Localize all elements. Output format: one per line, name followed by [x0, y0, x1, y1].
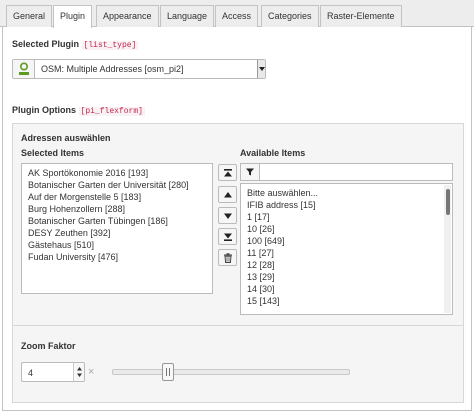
list-item[interactable]: 13 [29] — [247, 272, 275, 282]
clear-icon[interactable]: × — [88, 366, 94, 378]
tab-plugin[interactable]: Plugin — [53, 5, 93, 28]
available-items-label: Available Items — [240, 148, 306, 158]
plugin-options-label-text: Plugin Options — [12, 105, 76, 115]
list-item[interactable]: Botanischer Garten der Universität [280] — [28, 180, 189, 190]
plugin-options-code: [pi_flexform] — [78, 107, 145, 116]
plugin-select-value: OSM: Multiple Addresses [osm_pi2] — [41, 64, 184, 74]
list-item[interactable]: 11 [27] — [247, 248, 274, 258]
list-item[interactable]: 15 [143] — [247, 296, 280, 306]
list-item[interactable]: 10 [26] — [247, 224, 275, 234]
available-filter — [240, 163, 453, 181]
tab-appearance[interactable]: Appearance — [96, 5, 159, 27]
list-item[interactable]: Bitte auswählen... — [247, 188, 318, 198]
tab-raster-elemente[interactable]: Raster-Elemente — [320, 5, 402, 27]
list-item[interactable]: 100 [649] — [247, 236, 285, 246]
selected-plugin-label: Selected Plugin [list_type] — [12, 39, 139, 50]
list-item[interactable]: IFIB address [15] — [247, 200, 316, 210]
selected-plugin-code: [list_type] — [81, 41, 139, 50]
available-filter-input[interactable] — [259, 163, 453, 181]
plugin-select[interactable]: OSM: Multiple Addresses [osm_pi2] — [12, 59, 266, 79]
list-item[interactable]: Auf der Morgenstelle 5 [183] — [28, 192, 141, 202]
zoom-slider-track[interactable] — [112, 369, 350, 375]
addresses-section-title: Adressen auswählen — [21, 133, 111, 143]
list-item[interactable]: DESY Zeuthen [392] — [28, 228, 110, 238]
list-item[interactable]: 14 [30] — [247, 284, 275, 294]
move-down-button[interactable] — [218, 207, 237, 224]
tab-access[interactable]: Access — [215, 5, 259, 27]
move-up-button[interactable] — [218, 186, 237, 203]
trash-icon — [224, 253, 232, 263]
zoom-label: Zoom Faktor — [21, 341, 76, 351]
list-item[interactable]: Fudan University [476] — [28, 252, 118, 262]
scrollbar-thumb[interactable] — [446, 189, 450, 215]
selected-plugin-label-text: Selected Plugin — [12, 39, 80, 49]
selected-items-list[interactable]: AK Sportökonomie 2016 [193] Botanischer … — [21, 163, 213, 294]
available-list-scrollbar[interactable] — [444, 185, 451, 313]
filter-button[interactable] — [240, 163, 260, 181]
map-marker-icon — [19, 62, 29, 75]
move-to-bottom-button[interactable] — [218, 228, 237, 245]
selected-items-label: Selected Items — [21, 148, 85, 158]
stepper-arrows-icon — [77, 367, 82, 377]
move-up-icon — [224, 192, 232, 198]
tab-general[interactable]: General — [6, 5, 53, 27]
zoom-slider-handle[interactable] — [162, 363, 174, 381]
list-item[interactable]: 1 [17] — [247, 212, 270, 222]
tab-categories[interactable]: Categories — [261, 5, 319, 27]
list-item[interactable]: Burg Hohenzollern [288] — [28, 204, 125, 214]
chevron-down-icon[interactable] — [257, 60, 265, 78]
zoom-input[interactable]: 4 — [21, 362, 85, 382]
move-to-top-icon — [224, 169, 232, 177]
zoom-stepper[interactable] — [73, 363, 84, 381]
list-item[interactable]: AK Sportökonomie 2016 [193] — [28, 168, 148, 178]
tab-bar: General Plugin Appearance Language Acces… — [0, 0, 474, 28]
plugin-icon-cell — [13, 60, 35, 78]
available-items-list[interactable]: Bitte auswählen... IFIB address [15] 1 [… — [240, 183, 453, 315]
list-item[interactable]: Gästehaus [510] — [28, 240, 94, 250]
filter-icon — [246, 168, 254, 176]
fieldset-divider — [13, 325, 463, 326]
zoom-value: 4 — [28, 368, 34, 378]
list-item[interactable]: Botanischer Garten Tübingen [186] — [28, 216, 168, 226]
move-to-top-button[interactable] — [218, 164, 237, 181]
remove-button[interactable] — [218, 249, 237, 266]
list-item[interactable]: 12 [28] — [247, 260, 275, 270]
tab-language[interactable]: Language — [160, 5, 215, 27]
plugin-options-label: Plugin Options [pi_flexform] — [12, 105, 145, 116]
move-to-bottom-icon — [224, 233, 232, 241]
move-down-icon — [224, 213, 232, 219]
